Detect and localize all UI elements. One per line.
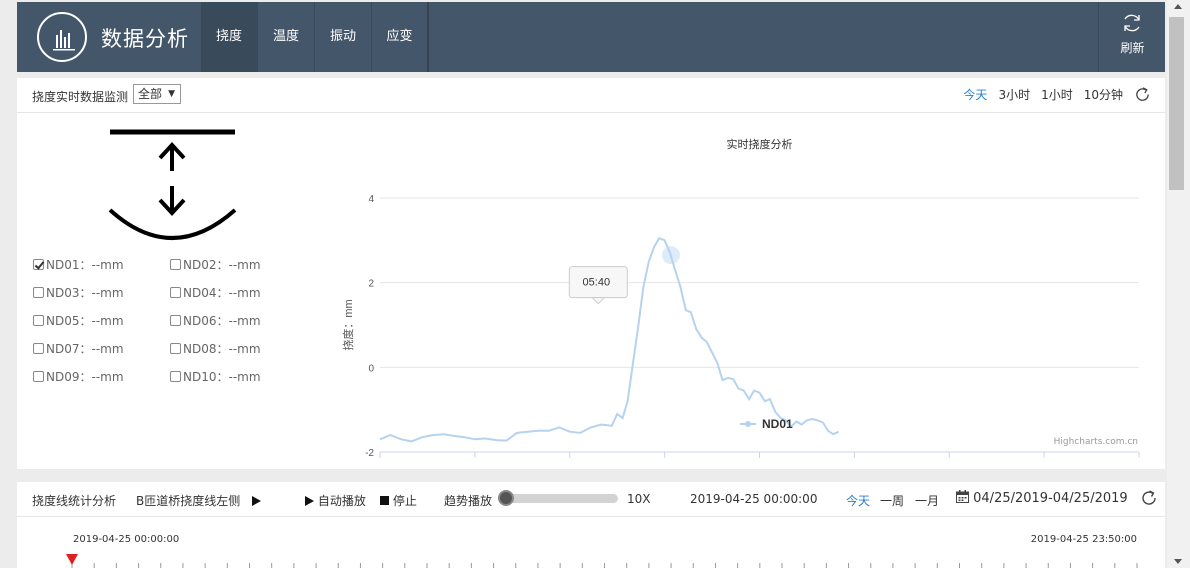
checkbox-icon[interactable] bbox=[170, 259, 181, 270]
scrollbar-thumb[interactable] bbox=[1169, 17, 1184, 190]
refresh-button[interactable]: 刷新 bbox=[1098, 2, 1165, 72]
sensor-nd08[interactable]: ND08：--mm bbox=[170, 340, 261, 357]
stop-button[interactable]: 停止 bbox=[380, 492, 417, 509]
checkbox-icon[interactable] bbox=[170, 371, 181, 382]
deflection-chart: 实时挠度分析-202404-2503:0006:0009:0012:0015:0… bbox=[341, 137, 1140, 458]
stats-title: 挠度线统计分析 bbox=[32, 494, 117, 508]
autoplay-button[interactable]: 自动播放 bbox=[305, 492, 366, 509]
app-logo bbox=[37, 12, 87, 62]
date-range-picker[interactable]: 04/25/2019-04/25/2019 bbox=[956, 490, 1128, 506]
range-10min[interactable]: 10分钟 bbox=[1084, 86, 1123, 103]
sensor-nd07[interactable]: ND07：--mm bbox=[33, 340, 124, 357]
sensor-nd06[interactable]: ND06：--mm bbox=[170, 312, 261, 329]
timeline-ticks bbox=[66, 554, 1138, 568]
trend-label: 趋势播放 bbox=[444, 494, 493, 508]
refresh-label: 刷新 bbox=[1120, 41, 1145, 55]
y-axis-label: 挠度：mm bbox=[341, 299, 355, 350]
module-tabs: 挠度 温度 振动 应变 bbox=[201, 2, 429, 72]
checkbox-icon[interactable] bbox=[33, 287, 44, 298]
range-today[interactable]: 今天 bbox=[963, 86, 987, 103]
chart-credit: Highcharts.com.cn bbox=[1053, 437, 1138, 447]
y-tick-label: 4 bbox=[368, 194, 374, 205]
tooltip-pointer bbox=[591, 297, 606, 305]
checkbox-icon[interactable] bbox=[33, 315, 44, 326]
reload-icon[interactable] bbox=[1140, 489, 1158, 507]
sensor-filter-select[interactable]: 全部 ▼ bbox=[133, 84, 181, 104]
scroll-down-arrow-icon[interactable] bbox=[1174, 559, 1182, 564]
tab-temperature[interactable]: 温度 bbox=[258, 2, 315, 72]
stats-panel-header: 挠度线统计分析 B匝道桥挠度线左侧 自动播放 停止 趋势播放 10X 2019-… bbox=[17, 482, 1165, 517]
play-icon bbox=[252, 496, 262, 506]
realtime-panel-header: 挠度实时数据监测 全部 ▼ 今天 3小时 1小时 10分钟 bbox=[17, 78, 1165, 113]
bridge-selector[interactable]: B匝道桥挠度线左侧 bbox=[136, 492, 262, 509]
current-time: 2019-04-25 00:00:00 bbox=[690, 492, 818, 506]
y-tick-label: 0 bbox=[368, 363, 374, 374]
stop-icon bbox=[380, 496, 389, 505]
sensor-nd09[interactable]: ND09：--mm bbox=[33, 368, 124, 385]
sensor-nd01[interactable]: ND01：--mm bbox=[33, 256, 124, 273]
stats-range-week[interactable]: 一周 bbox=[880, 492, 904, 509]
page-scrollbar[interactable] bbox=[1167, 0, 1190, 568]
deflection-diagram-icon bbox=[108, 129, 237, 240]
scroll-up-arrow-icon[interactable] bbox=[1174, 4, 1182, 9]
play-icon bbox=[305, 496, 314, 506]
timeline[interactable]: 2019-04-25 00:00:00 2019-04-25 23:50:00 bbox=[17, 518, 1165, 568]
refresh-icon bbox=[1124, 14, 1140, 32]
sensor-nd10[interactable]: ND10：--mm bbox=[170, 368, 261, 385]
bridge-label: B匝道桥挠度线左侧 bbox=[136, 494, 241, 508]
stats-range-month[interactable]: 一月 bbox=[915, 492, 939, 509]
realtime-panel: 挠度实时数据监测 全部 ▼ 今天 3小时 1小时 10分钟 ND01：--mm … bbox=[17, 78, 1165, 469]
tab-vibration[interactable]: 振动 bbox=[315, 2, 372, 72]
stats-range-today[interactable]: 今天 bbox=[846, 492, 870, 509]
range-1h[interactable]: 1小时 bbox=[1041, 86, 1073, 103]
tab-strain[interactable]: 应变 bbox=[372, 2, 429, 72]
checkbox-icon[interactable] bbox=[33, 371, 44, 382]
chart-title: 实时挠度分析 bbox=[727, 137, 793, 151]
tab-deflection[interactable]: 挠度 bbox=[201, 2, 258, 72]
checkbox-icon[interactable] bbox=[170, 315, 181, 326]
calendar-icon bbox=[956, 490, 969, 503]
sensor-nd05[interactable]: ND05：--mm bbox=[33, 312, 124, 329]
range-3h[interactable]: 3小时 bbox=[998, 86, 1030, 103]
sensor-filter-value: 全部 bbox=[138, 87, 163, 101]
speed-slider[interactable] bbox=[498, 490, 618, 506]
checkbox-icon[interactable] bbox=[170, 287, 181, 298]
speed-label: 10X bbox=[627, 492, 651, 506]
checkbox-icon[interactable] bbox=[170, 343, 181, 354]
timeline-marker[interactable] bbox=[66, 554, 78, 565]
app-title: 数据分析 bbox=[101, 27, 189, 51]
sensor-nd03[interactable]: ND03：--mm bbox=[33, 284, 124, 301]
checkbox-icon[interactable] bbox=[33, 343, 44, 354]
realtime-title: 挠度实时数据监测 bbox=[32, 90, 129, 104]
checkbox-checked-icon[interactable] bbox=[33, 259, 44, 270]
hover-marker bbox=[661, 246, 680, 265]
reload-icon[interactable] bbox=[1134, 86, 1151, 103]
stats-panel: 挠度线统计分析 B匝道桥挠度线左侧 自动播放 停止 趋势播放 10X 2019-… bbox=[17, 482, 1165, 568]
tooltip-text: 05:40 bbox=[583, 277, 611, 289]
app-header: 数据分析 挠度 温度 振动 应变 刷新 bbox=[17, 2, 1165, 72]
sensor-nd02[interactable]: ND02：--mm bbox=[170, 256, 261, 273]
legend-marker bbox=[745, 421, 751, 427]
dropdown-arrow-icon: ▼ bbox=[168, 89, 175, 99]
speed-slider-knob[interactable] bbox=[498, 490, 514, 506]
y-tick-label: -2 bbox=[365, 448, 374, 458]
y-tick-label: 2 bbox=[368, 279, 374, 290]
legend-label: ND01 bbox=[762, 417, 793, 431]
sensor-nd04[interactable]: ND04：--mm bbox=[170, 284, 261, 301]
bar-chart-icon bbox=[53, 30, 75, 51]
realtime-range-links: 今天 3小时 1小时 10分钟 bbox=[963, 86, 1151, 103]
